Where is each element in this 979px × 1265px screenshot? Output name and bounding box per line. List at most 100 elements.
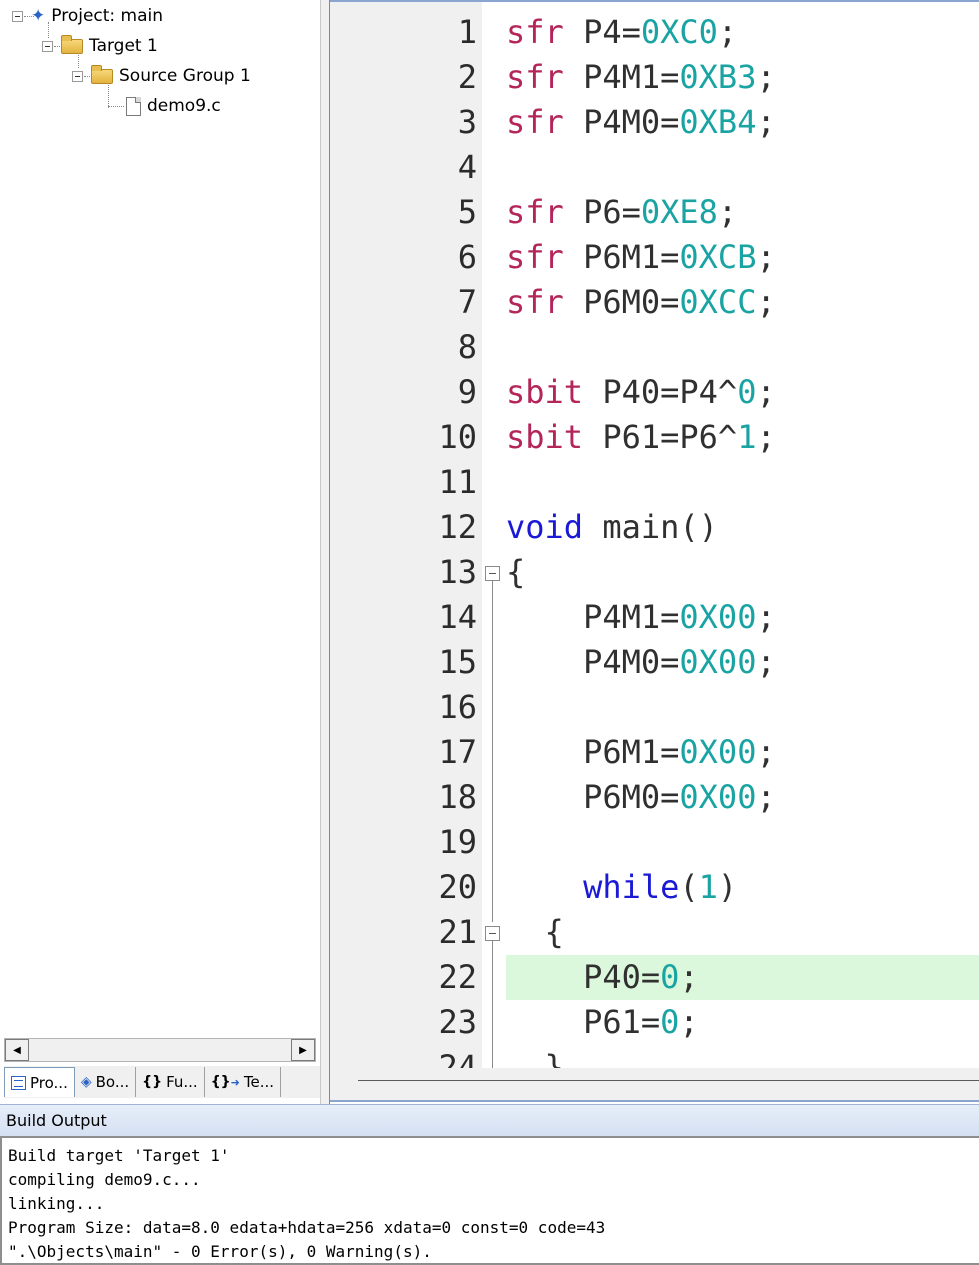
build-output-line: compiling demo9.c... — [8, 1170, 201, 1189]
code-keyword: sfr — [506, 13, 564, 51]
code-line[interactable]: 6 sfr P6M1=0XCB; — [330, 235, 979, 280]
tree-item-project[interactable]: ✦ Project: main — [12, 2, 163, 30]
code-line[interactable]: 14 P4M1=0X00; — [330, 595, 979, 640]
line-number: 13 — [438, 553, 477, 591]
code-line[interactable]: 3 sfr P4M0=0XB4; — [330, 100, 979, 145]
tree-item-source-group[interactable]: Source Group 1 — [72, 62, 251, 90]
books-icon: ◈ — [80, 1074, 92, 1090]
code-line[interactable]: 11 — [330, 460, 979, 505]
code-text: sbit P40=P4^0; — [506, 370, 776, 415]
line-number: 12 — [438, 508, 477, 546]
code-token: ; — [756, 283, 776, 321]
build-output-title: Build Output — [6, 1111, 107, 1130]
code-number: 0X00 — [679, 643, 757, 681]
code-number: 0XC0 — [640, 13, 718, 51]
line-number: 11 — [438, 463, 477, 501]
tree-item-label: Target 1 — [89, 36, 158, 56]
code-text: P61=0; — [506, 1000, 699, 1045]
editor-horizontal-scrollbar[interactable] — [330, 1068, 979, 1102]
line-number: 16 — [438, 688, 477, 726]
line-number: 21 — [438, 913, 477, 951]
code-line[interactable]: 10 sbit P61=P6^1; — [330, 415, 979, 460]
code-line[interactable]: 7 sfr P6M0=0XCC; — [330, 280, 979, 325]
code-keyword: while — [506, 868, 680, 906]
code-keyword: sbit — [506, 373, 584, 411]
code-line[interactable]: 21 { — [330, 910, 979, 955]
code-line[interactable]: 8 — [330, 325, 979, 370]
tab-project[interactable]: Pro... — [4, 1067, 75, 1097]
code-line[interactable]: 1 sfr P4=0XC0; — [330, 10, 979, 55]
code-line[interactable]: 13 { — [330, 550, 979, 595]
build-output-panel[interactable]: Build target 'Target 1' compiling demo9.… — [0, 1136, 979, 1265]
code-text: { — [506, 550, 525, 595]
project-tree: ✦ Project: main Target 1 Source Group 1 … — [0, 0, 318, 1036]
code-text: sfr P6M1=0XCB; — [506, 235, 776, 280]
scrollbar-thumb[interactable] — [358, 1080, 979, 1081]
code-token: P6= — [563, 193, 641, 231]
code-text: P6M0=0X00; — [506, 775, 776, 820]
panel-splitter[interactable] — [320, 0, 330, 1104]
line-number: 20 — [438, 868, 477, 906]
code-number: 0XCC — [679, 283, 757, 321]
code-editor[interactable]: 1 sfr P4=0XC0; 2 sfr P4M1=0XB3; 3 sfr P4M0=0X… — [330, 0, 979, 1068]
collapse-icon[interactable] — [42, 40, 53, 52]
template-icon: {}➜ — [210, 1074, 240, 1090]
code-token: ; — [679, 958, 699, 996]
build-output-line: ".\Objects\main" - 0 Error(s), 0 Warning… — [8, 1242, 432, 1261]
code-line[interactable]: 23 P61=0; — [330, 1000, 979, 1045]
target-folder-icon — [61, 34, 83, 54]
code-text: P6M1=0X00; — [506, 730, 776, 775]
fold-collapse-icon[interactable] — [485, 926, 500, 941]
line-number: 23 — [438, 1003, 477, 1041]
collapse-icon[interactable] — [12, 10, 23, 22]
tab-templates[interactable]: {}➜ Te... — [205, 1067, 282, 1097]
code-line[interactable]: 9 sbit P40=P4^0; — [330, 370, 979, 415]
code-line[interactable]: 19 — [330, 820, 979, 865]
fold-guide — [492, 581, 493, 922]
code-line[interactable]: 15 P4M0=0X00; — [330, 640, 979, 685]
tab-label: Fu... — [166, 1073, 198, 1091]
code-keyword: sbit — [506, 418, 584, 456]
code-line[interactable]: 2 sfr P4M1=0XB3; — [330, 55, 979, 100]
code-line[interactable]: 24 } — [330, 1045, 979, 1068]
code-line[interactable]: 22 P40=0; — [330, 955, 979, 1000]
tab-functions[interactable]: {} Fu... — [136, 1067, 205, 1097]
tree-item-label: demo9.c — [147, 96, 221, 116]
code-token: P4= — [563, 13, 641, 51]
tree-item-file[interactable]: demo9.c — [126, 92, 221, 120]
code-text: void main() — [506, 505, 718, 550]
line-number: 1 — [457, 13, 477, 51]
code-token: P4M1= — [563, 58, 680, 96]
project-icon: ✦ — [31, 5, 46, 26]
code-line[interactable]: 4 — [330, 145, 979, 190]
code-number: 0 — [737, 373, 757, 411]
collapse-icon[interactable] — [72, 70, 83, 82]
tab-books[interactable]: ◈ Bo... — [75, 1067, 137, 1097]
line-number: 19 — [438, 823, 477, 861]
tree-item-target[interactable]: Target 1 — [42, 32, 158, 60]
line-number: 8 — [457, 328, 477, 366]
code-line[interactable]: 16 — [330, 685, 979, 730]
code-line[interactable]: 18 P6M0=0X00; — [330, 775, 979, 820]
code-token: P4M0= — [506, 643, 680, 681]
code-token: ; — [756, 238, 776, 276]
code-number: 0XE8 — [640, 193, 718, 231]
code-number: 0 — [660, 1003, 680, 1041]
code-line[interactable]: 5 sfr P6=0XE8; — [330, 190, 979, 235]
code-number: 0 — [660, 958, 680, 996]
tree-horizontal-scrollbar[interactable]: ◀ ▶ — [4, 1038, 316, 1062]
line-number: 6 — [457, 238, 477, 276]
code-token: P4M1= — [506, 598, 680, 636]
code-number: 0XB4 — [679, 103, 757, 141]
code-number: 0X00 — [679, 778, 757, 816]
code-line[interactable]: 20 while(1) — [330, 865, 979, 910]
scroll-right-button[interactable]: ▶ — [291, 1039, 315, 1061]
code-line[interactable]: 12 void main() — [330, 505, 979, 550]
file-icon — [126, 96, 141, 116]
fold-guide — [492, 941, 493, 1068]
code-token: ; — [756, 598, 776, 636]
fold-collapse-icon[interactable] — [485, 566, 500, 581]
line-number: 5 — [457, 193, 477, 231]
scroll-left-button[interactable]: ◀ — [5, 1039, 29, 1061]
code-line[interactable]: 17 P6M1=0X00; — [330, 730, 979, 775]
